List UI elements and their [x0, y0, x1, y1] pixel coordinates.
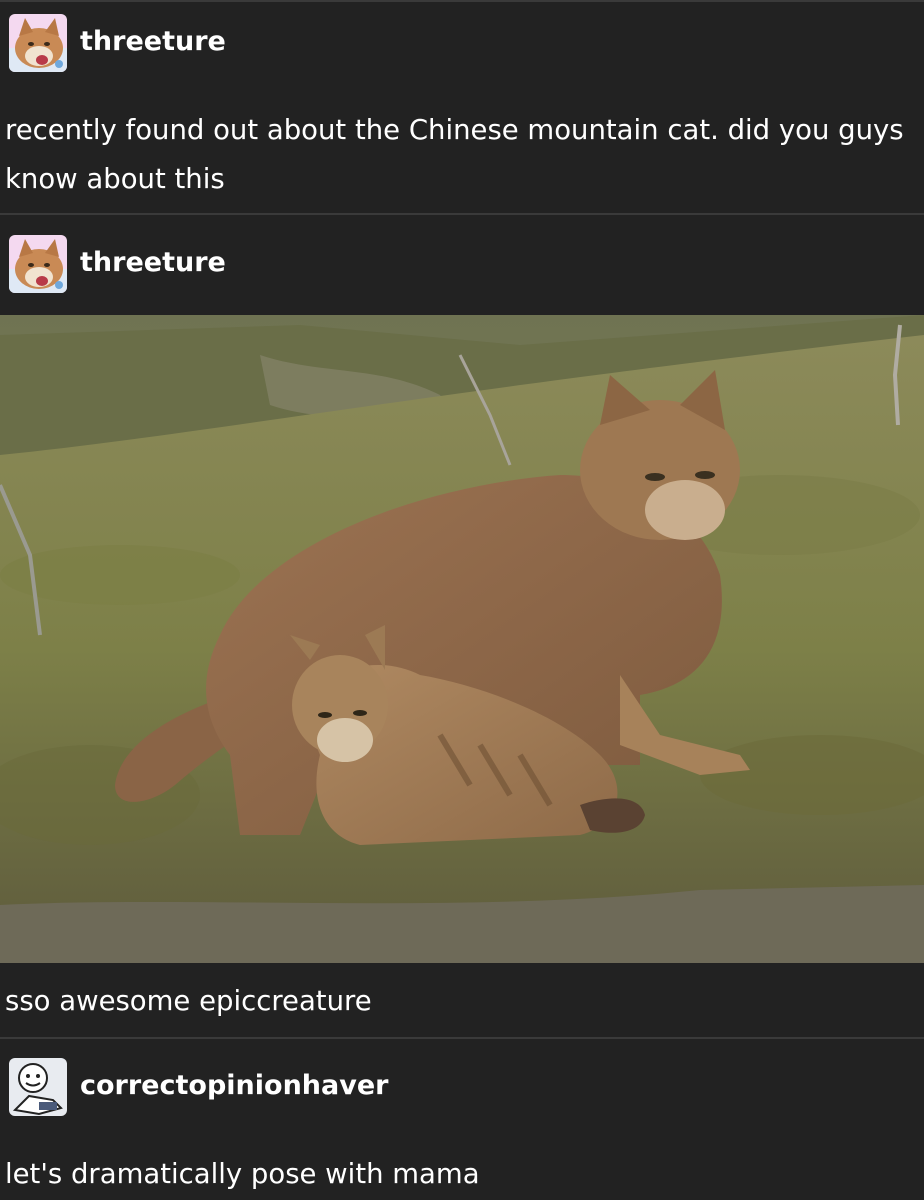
- threeture-avatar[interactable]: [9, 14, 67, 72]
- post-photo[interactable]: [0, 315, 924, 963]
- post-text: let's dramatically pose with mama: [5, 1158, 480, 1190]
- username[interactable]: threeture: [80, 247, 226, 279]
- drawing-person-avatar-icon: [9, 1058, 67, 1116]
- divider: [0, 213, 924, 215]
- divider: [0, 1037, 924, 1039]
- threeture-avatar[interactable]: [9, 235, 67, 293]
- cat-avatar-icon: [9, 235, 67, 293]
- cat-avatar-icon: [9, 14, 67, 72]
- correctopinionhaver-avatar[interactable]: [9, 1058, 67, 1116]
- post-caption: sso awesome epiccreature: [5, 985, 372, 1017]
- top-border: [0, 0, 924, 2]
- username[interactable]: correctopinionhaver: [80, 1070, 388, 1102]
- username[interactable]: threeture: [80, 26, 226, 58]
- post-text: recently found out about the Chinese mou…: [5, 114, 913, 195]
